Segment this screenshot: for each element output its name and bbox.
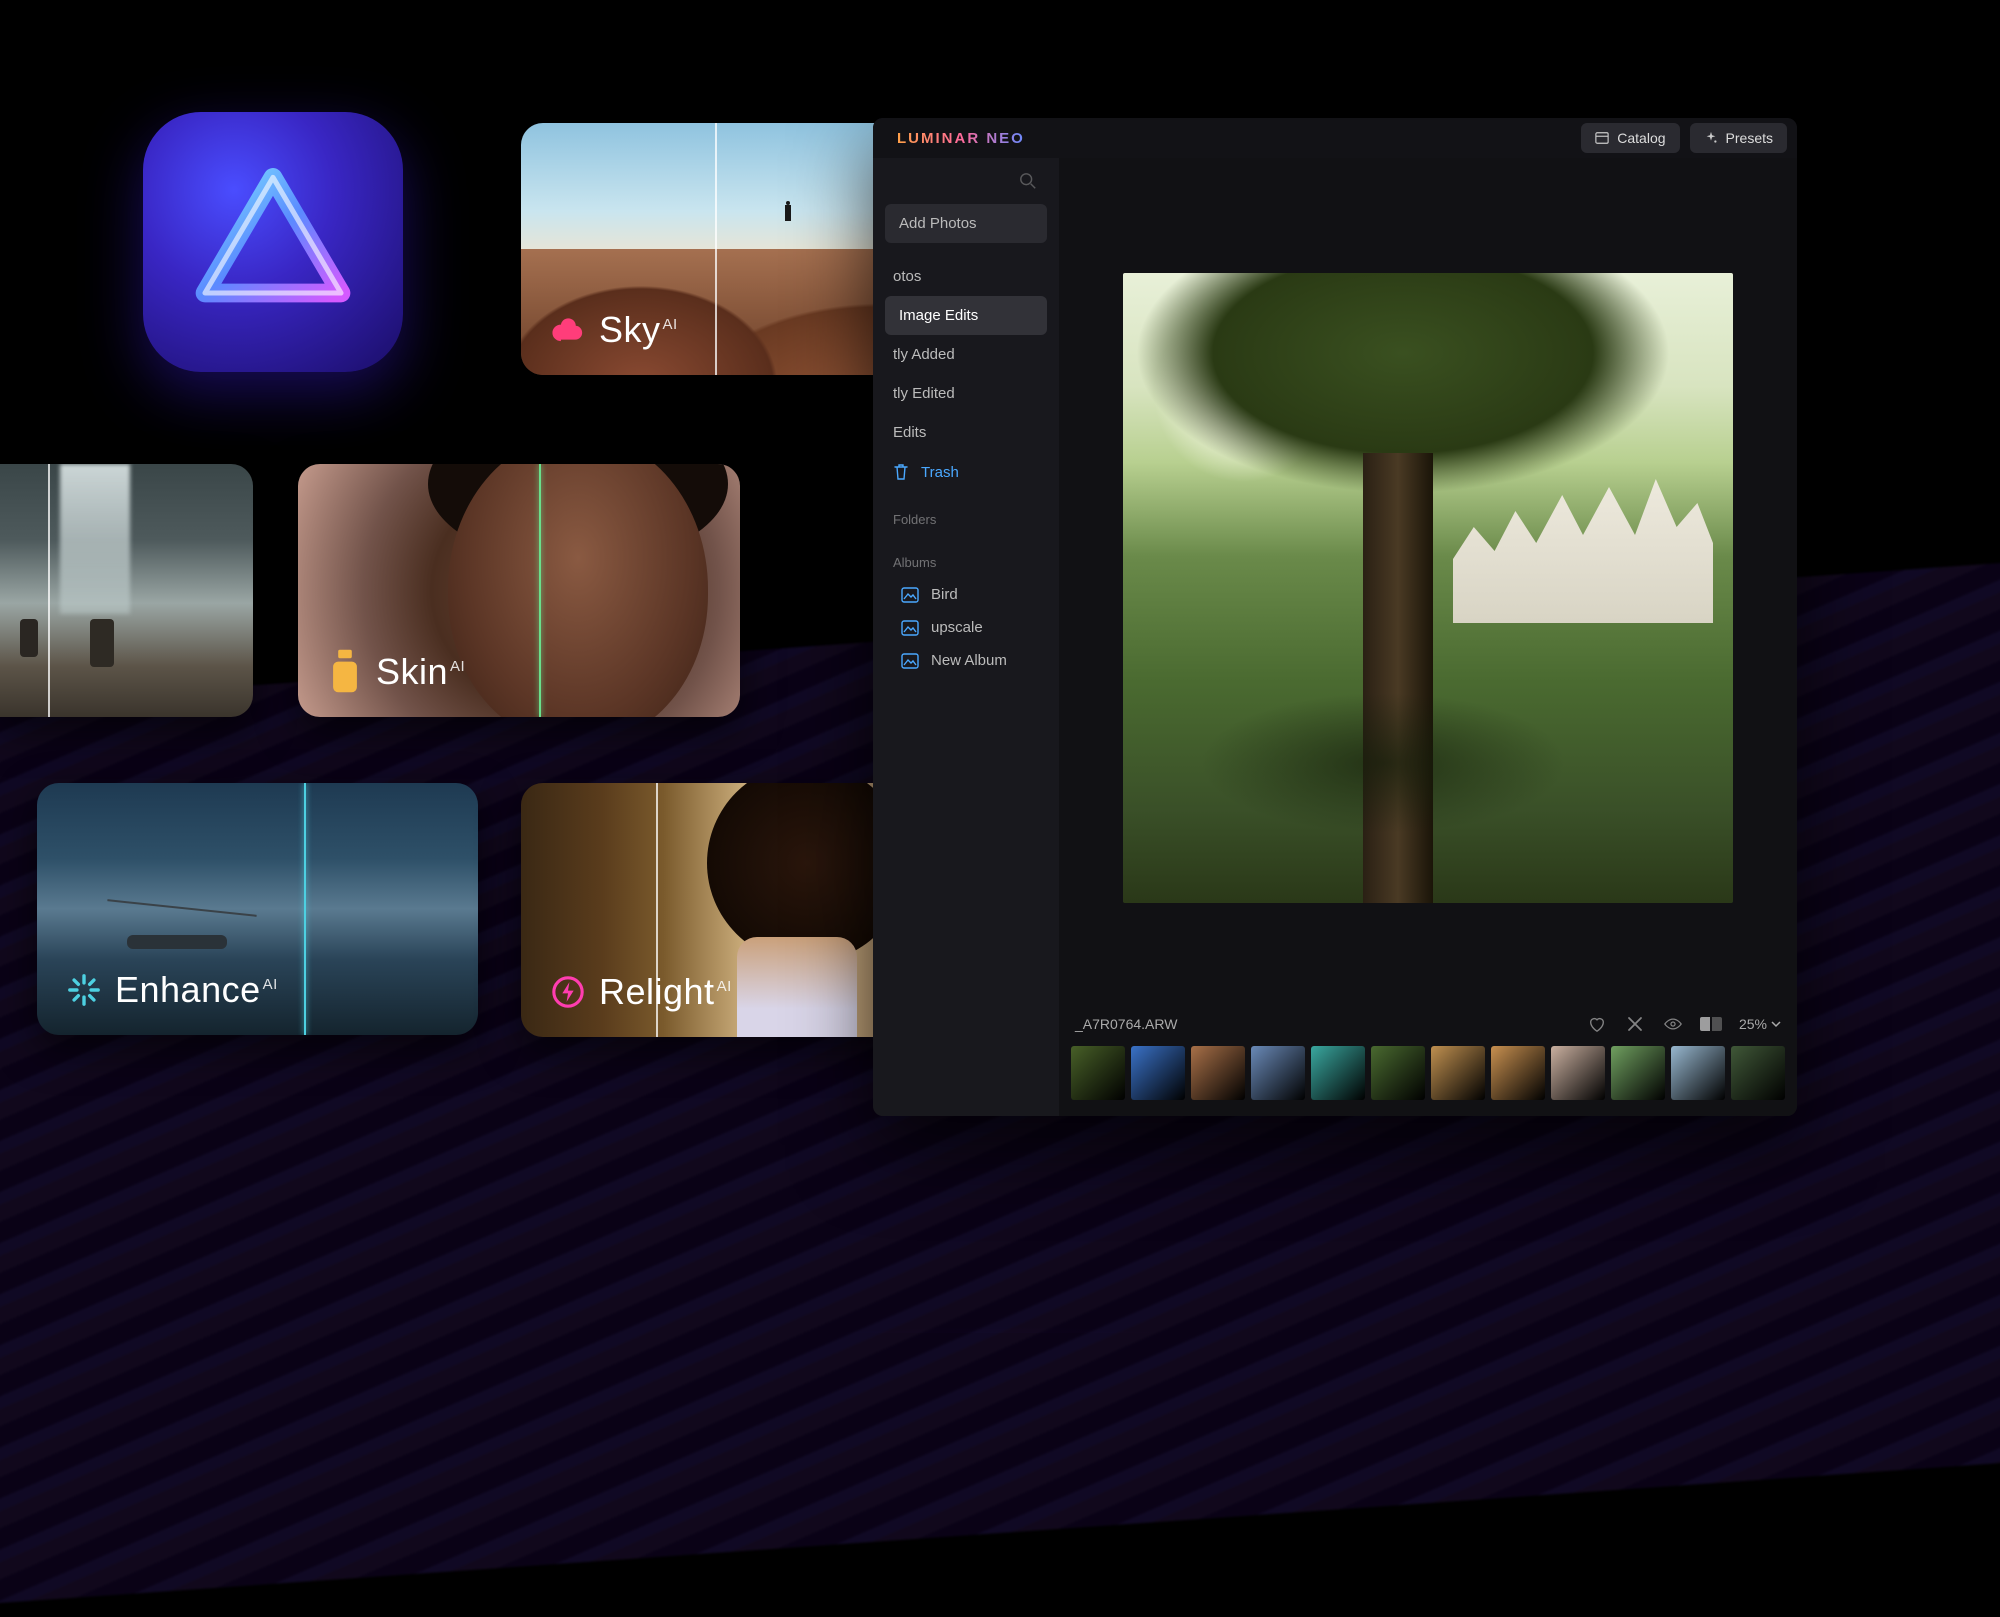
album-icon — [901, 620, 919, 636]
album-bird[interactable]: Bird — [873, 578, 1059, 611]
favorite-button[interactable] — [1587, 1014, 1607, 1034]
thumbnail[interactable] — [1071, 1046, 1125, 1100]
app-window: LUMINAR NEO Catalog Presets Add Photos o… — [873, 118, 1797, 1116]
card-badge: AI — [663, 316, 678, 333]
thumbnail[interactable] — [1251, 1046, 1305, 1100]
card-illustration — [87, 915, 287, 955]
card-illustration — [521, 215, 901, 375]
chevron-down-icon — [1771, 1021, 1781, 1028]
card-illustration — [781, 201, 795, 231]
thumbnail[interactable] — [1731, 1046, 1785, 1100]
thumbnail[interactable] — [1431, 1046, 1485, 1100]
viewer-info-bar: _A7R0764.ARW 25% — [1059, 1006, 1797, 1042]
card-illustration — [737, 937, 857, 1037]
title-bar: LUMINAR NEO Catalog Presets — [873, 118, 1797, 158]
flash-circle-icon — [551, 975, 585, 1009]
sidebar-item-trash[interactable]: Trash — [873, 452, 1059, 492]
sidebar-item-image-edits[interactable]: Image Edits — [885, 296, 1047, 335]
app-brand: LUMINAR NEO — [897, 130, 1025, 147]
filmstrip[interactable] — [1059, 1042, 1797, 1116]
card-title: Skin — [376, 651, 448, 692]
add-photos-button[interactable]: Add Photos — [885, 204, 1047, 243]
card-illustration — [60, 464, 130, 614]
card-title: Relight — [599, 971, 715, 1012]
reject-button[interactable] — [1625, 1014, 1645, 1034]
album-icon — [901, 587, 919, 603]
mode-switcher: Catalog Presets — [1581, 123, 1787, 153]
preview-button[interactable] — [1663, 1014, 1683, 1034]
card-badge: AI — [717, 978, 732, 995]
filename-label: _A7R0764.ARW — [1075, 1016, 1177, 1032]
sparkle-icon — [67, 973, 101, 1007]
main-photo — [1123, 273, 1733, 903]
comparison-divider — [48, 464, 50, 717]
search-icon — [1019, 172, 1037, 190]
card-illustration — [20, 619, 38, 657]
promo-card-relight[interactable]: RelightAI — [521, 783, 927, 1037]
close-icon — [1626, 1015, 1644, 1033]
heart-icon — [1588, 1015, 1606, 1033]
catalog-label: Catalog — [1617, 130, 1665, 146]
card-illustration — [90, 619, 114, 667]
eye-icon — [1664, 1015, 1682, 1033]
thumbnail[interactable] — [1611, 1046, 1665, 1100]
card-badge: AI — [263, 976, 278, 993]
album-upscale[interactable]: upscale — [873, 611, 1059, 644]
app-icon — [143, 112, 403, 372]
sidebar-item-recently-added[interactable]: tly Added — [873, 335, 1059, 374]
sparkles-icon — [1704, 131, 1718, 145]
thumbnail[interactable] — [1191, 1046, 1245, 1100]
compare-icon — [1700, 1017, 1722, 1031]
thumbnail[interactable] — [1131, 1046, 1185, 1100]
sidebar-item-photos[interactable]: otos — [873, 257, 1059, 296]
card-label: SkinAI — [328, 651, 465, 693]
main-pane: _A7R0764.ARW 25% — [1059, 158, 1797, 1116]
image-viewer[interactable] — [1059, 158, 1797, 1006]
grid-icon — [1595, 131, 1609, 145]
bottle-icon — [328, 655, 362, 689]
sidebar-item-edits[interactable]: Edits — [873, 413, 1059, 452]
promo-card-skin[interactable]: SkinAI — [298, 464, 740, 717]
card-title: Sky — [599, 309, 661, 350]
comparison-divider — [539, 464, 541, 717]
sidebar-item-recently-edited[interactable]: tly Edited — [873, 374, 1059, 413]
promo-card-waterfall[interactable] — [0, 464, 253, 717]
zoom-value: 25% — [1739, 1016, 1767, 1032]
album-new[interactable]: New Album — [873, 644, 1059, 677]
card-title: Enhance — [115, 969, 261, 1010]
card-label: SkyAI — [551, 309, 678, 351]
triangle-logo-icon — [188, 157, 358, 327]
thumbnail[interactable] — [1551, 1046, 1605, 1100]
comparison-divider — [304, 783, 306, 1035]
card-label: EnhanceAI — [67, 969, 278, 1011]
album-icon — [901, 653, 919, 669]
thumbnail[interactable] — [1371, 1046, 1425, 1100]
trash-icon — [893, 463, 909, 481]
thumbnail[interactable] — [1491, 1046, 1545, 1100]
card-illustration — [448, 464, 708, 717]
folders-header: Folders — [873, 492, 1059, 535]
card-label: RelightAI — [551, 971, 732, 1013]
presets-button[interactable]: Presets — [1690, 123, 1787, 153]
cloud-icon — [551, 313, 585, 347]
comparison-divider — [715, 123, 717, 375]
card-badge: AI — [450, 658, 465, 675]
add-photos-label: Add Photos — [899, 215, 977, 232]
zoom-control[interactable]: 25% — [1739, 1016, 1781, 1032]
promo-card-enhance[interactable]: EnhanceAI — [37, 783, 478, 1035]
sidebar: Add Photos otos Image Edits tly Added tl… — [873, 158, 1059, 1116]
presets-label: Presets — [1726, 130, 1773, 146]
thumbnail[interactable] — [1311, 1046, 1365, 1100]
compare-toggle[interactable] — [1701, 1014, 1721, 1034]
thumbnail[interactable] — [1671, 1046, 1725, 1100]
catalog-button[interactable]: Catalog — [1581, 123, 1679, 153]
search-button[interactable] — [873, 158, 1059, 204]
albums-header: Albums — [873, 535, 1059, 578]
